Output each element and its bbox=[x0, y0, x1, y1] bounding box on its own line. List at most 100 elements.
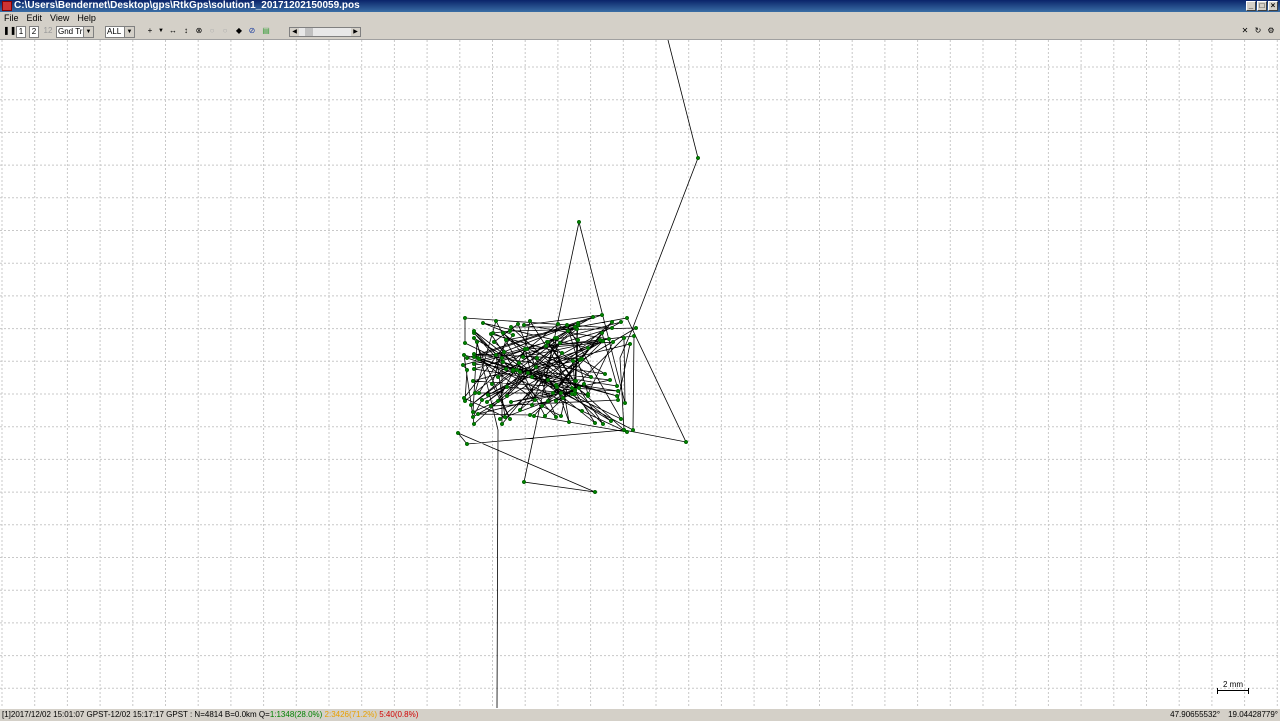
solution-point bbox=[521, 322, 527, 328]
solution-point bbox=[602, 371, 608, 377]
status-fix-count: 1:1348(28.0%) bbox=[269, 710, 323, 719]
solution-point bbox=[489, 381, 495, 387]
solution-point bbox=[471, 351, 477, 357]
menu-help[interactable]: Help bbox=[73, 12, 100, 25]
solution-point bbox=[588, 374, 594, 380]
solution-point bbox=[550, 390, 556, 396]
dropdown-arrow-icon[interactable]: ▼ bbox=[157, 26, 165, 38]
solution-point bbox=[479, 397, 485, 403]
solution-point bbox=[585, 345, 591, 351]
menu-view[interactable]: View bbox=[46, 12, 73, 25]
refresh-icon[interactable]: ↻ bbox=[1253, 26, 1263, 38]
status-single-count: 5:40(0.8%) bbox=[379, 710, 419, 719]
solution-point bbox=[517, 407, 523, 413]
option-dot-icon[interactable]: ○ bbox=[207, 26, 217, 38]
solution-point bbox=[609, 319, 615, 325]
solution-point bbox=[572, 391, 578, 397]
menu-file[interactable]: File bbox=[0, 12, 23, 25]
solution-point bbox=[503, 366, 509, 372]
crosshair-icon[interactable]: + bbox=[145, 26, 155, 38]
plot-type-select[interactable]: Gnd Trk ▼ bbox=[56, 26, 94, 38]
toolbar: ❚❚ 1 2 12 Gnd Trk ▼ ALL ▼ + ▼ ↔ ↕ ⊗ ○ ○ … bbox=[0, 25, 1280, 40]
pause-icon[interactable]: ❚❚ bbox=[3, 26, 16, 38]
solution-point bbox=[500, 330, 506, 336]
solution-point bbox=[508, 399, 514, 405]
maximize-button[interactable]: □ bbox=[1257, 1, 1267, 11]
solution-point bbox=[493, 318, 499, 324]
solution-point bbox=[553, 398, 559, 404]
solution-point bbox=[529, 374, 535, 380]
plot-2-button[interactable]: 2 bbox=[29, 26, 39, 38]
solution-point bbox=[575, 337, 581, 343]
solution-point bbox=[521, 479, 527, 485]
time-slider[interactable]: ◀ ▶ bbox=[289, 27, 361, 37]
chevron-down-icon: ▼ bbox=[124, 27, 134, 37]
menu-edit[interactable]: Edit bbox=[23, 12, 47, 25]
minimize-button[interactable]: _ bbox=[1246, 1, 1256, 11]
solution-point bbox=[500, 359, 506, 365]
solution-point bbox=[622, 400, 628, 406]
solution-point bbox=[577, 357, 583, 363]
solution-point bbox=[485, 392, 491, 398]
solution-point bbox=[471, 366, 477, 372]
solution-point bbox=[574, 326, 580, 332]
solution-point bbox=[502, 414, 508, 420]
solution-point bbox=[592, 489, 598, 495]
close-icon[interactable]: ✕ bbox=[1240, 26, 1250, 38]
close-button[interactable]: × bbox=[1268, 1, 1278, 11]
quality-select[interactable]: ALL ▼ bbox=[105, 26, 135, 38]
solution-point bbox=[630, 427, 636, 433]
solution-point bbox=[472, 390, 478, 396]
solution-point bbox=[566, 419, 572, 425]
slider-right-button[interactable]: ▶ bbox=[351, 28, 360, 36]
show-grid-icon[interactable]: ▤ bbox=[261, 26, 271, 38]
status-latitude: 47.90655532° bbox=[1170, 710, 1221, 719]
solution-point bbox=[460, 362, 466, 368]
gear-icon[interactable]: ⚙ bbox=[1266, 26, 1276, 38]
solution-point bbox=[539, 403, 545, 409]
solution-point bbox=[570, 358, 576, 364]
solution-point bbox=[621, 427, 627, 433]
solution-point bbox=[462, 398, 468, 404]
solution-point bbox=[614, 383, 620, 389]
solution-point bbox=[610, 339, 616, 345]
fit-vertical-icon[interactable]: ↕ bbox=[181, 26, 191, 38]
solution-point bbox=[564, 322, 570, 328]
solution-point bbox=[543, 343, 549, 349]
solution-point bbox=[607, 377, 613, 383]
solution-point bbox=[515, 321, 521, 327]
solution-point bbox=[475, 411, 481, 417]
solution-point bbox=[464, 441, 470, 447]
solution-point bbox=[462, 315, 468, 321]
solution-point bbox=[542, 413, 548, 419]
menu-bar: File Edit View Help bbox=[0, 12, 1280, 25]
solution-point bbox=[527, 412, 533, 418]
option-dot-icon[interactable]: ○ bbox=[220, 26, 230, 38]
solution-point bbox=[504, 384, 510, 390]
solution-point bbox=[504, 393, 510, 399]
solution-point bbox=[471, 335, 477, 341]
slider-left-button[interactable]: ◀ bbox=[290, 28, 299, 36]
solution-point bbox=[508, 324, 514, 330]
center-origin-icon[interactable]: ⊗ bbox=[194, 26, 204, 38]
solution-point bbox=[501, 349, 507, 355]
solution-point bbox=[559, 350, 565, 356]
solution-point bbox=[474, 339, 480, 345]
slider-thumb[interactable] bbox=[305, 28, 313, 36]
solution-point bbox=[560, 395, 566, 401]
show-points-icon[interactable]: ◆ bbox=[234, 26, 244, 38]
plot-1-button[interactable]: 1 bbox=[16, 26, 26, 38]
solution-point bbox=[545, 339, 551, 345]
solution-point bbox=[579, 408, 585, 414]
solution-point bbox=[531, 413, 537, 419]
solution-point bbox=[553, 414, 559, 420]
fit-horizontal-icon[interactable]: ↔ bbox=[168, 26, 178, 38]
ground-track-plot[interactable] bbox=[0, 40, 1280, 708]
plot-12-button[interactable]: 12 bbox=[42, 26, 54, 38]
solution-point bbox=[476, 356, 482, 362]
show-map-icon[interactable]: ⊘ bbox=[247, 26, 257, 38]
solution-point bbox=[491, 339, 497, 345]
solution-point bbox=[497, 416, 503, 422]
solution-point bbox=[507, 416, 513, 422]
solution-point bbox=[633, 325, 639, 331]
